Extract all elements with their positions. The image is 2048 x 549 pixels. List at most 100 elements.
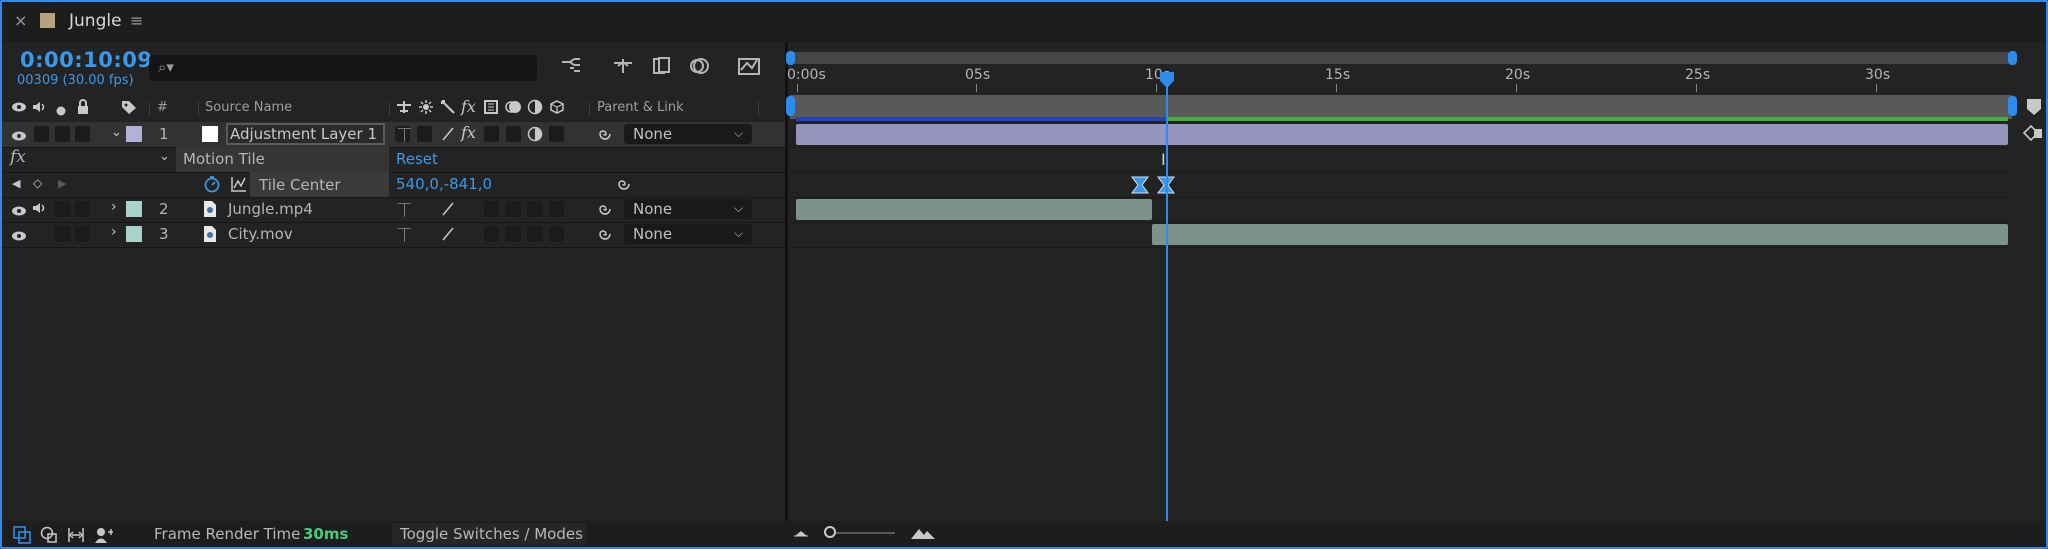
stopwatch-icon[interactable] <box>203 175 221 197</box>
shy-switch-icon[interactable]: ⏉ <box>398 125 411 144</box>
video-visibility-icon[interactable] <box>11 128 27 146</box>
quality-switch-icon[interactable] <box>440 226 456 246</box>
zoom-slider-handle[interactable] <box>824 526 836 538</box>
video-visibility-icon[interactable] <box>11 203 27 221</box>
property-value[interactable]: 540,0,-841,0 <box>396 175 492 193</box>
expand-chevron-icon[interactable]: › <box>111 224 117 240</box>
layer-row-city[interactable]: › 3 City.mov ⏉ None ⌵ <box>0 222 785 247</box>
audio-switch-icon[interactable] <box>31 201 47 219</box>
adjustment-switch-icon[interactable] <box>527 126 543 146</box>
previous-keyframe-icon[interactable]: ◀ <box>12 177 20 190</box>
close-tab-icon[interactable]: × <box>14 11 27 30</box>
work-area-bar[interactable] <box>790 95 2012 119</box>
ruler-label: 20s <box>1505 67 1531 83</box>
next-keyframe-icon[interactable]: ▶ <box>58 177 66 190</box>
graph-editor-icon[interactable] <box>736 54 762 81</box>
transfer-controls-toggle-icon[interactable] <box>40 526 58 548</box>
work-area-end-handle[interactable] <box>2008 96 2017 116</box>
in-out-toggle-icon[interactable] <box>67 526 85 548</box>
layer-switches-toggle-icon[interactable] <box>13 526 31 548</box>
layer-name[interactable]: Jungle.mp4 <box>228 200 313 218</box>
playhead-line[interactable] <box>1166 78 1168 521</box>
work-area-start-handle[interactable] <box>786 96 795 116</box>
layer-row-adjustment[interactable]: ⌄ 1 Adjustment Layer 1 ⏉ fx None ⌵ <box>0 122 785 147</box>
render-cache-green <box>1166 117 2008 121</box>
solo-header-icon[interactable] <box>56 102 66 120</box>
expand-chevron-icon[interactable]: ⌄ <box>111 125 122 140</box>
collapse-header-icon[interactable] <box>418 99 434 119</box>
comp-marker-bin-icon[interactable] <box>2026 98 2042 120</box>
pick-whip-icon[interactable] <box>596 201 614 221</box>
stretch-toggle-icon[interactable] <box>94 526 114 548</box>
footage-file-icon <box>203 200 217 222</box>
composition-tab-title[interactable]: Jungle <box>69 11 122 31</box>
quality-switch-icon[interactable] <box>440 126 456 146</box>
panel-tab-bar: × Jungle ≡ <box>0 0 2048 42</box>
effect-reset-link[interactable]: Reset <box>396 150 438 168</box>
render-cache-blue <box>796 117 1166 121</box>
shy-header-icon[interactable] <box>396 99 412 119</box>
pick-whip-icon[interactable] <box>596 126 614 146</box>
parent-dropdown[interactable]: None ⌵ <box>624 199 752 219</box>
expression-pick-whip-icon[interactable] <box>615 176 633 196</box>
zoom-slider-track[interactable] <box>830 532 895 534</box>
quality-header-icon[interactable] <box>440 99 456 119</box>
parent-dropdown[interactable]: None ⌵ <box>624 124 752 144</box>
layer-label-swatch[interactable] <box>126 201 142 217</box>
layer-label-swatch[interactable] <box>126 126 142 142</box>
effects-header-icon[interactable]: fx <box>461 97 476 116</box>
ruler-label: 05s <box>965 67 991 83</box>
time-navigator-start-handle[interactable] <box>786 51 795 65</box>
jungle-layer-bar[interactable] <box>796 199 1152 220</box>
lock-header-icon[interactable] <box>76 99 90 119</box>
frame-blending-icon[interactable] <box>651 56 673 81</box>
time-navigator[interactable] <box>790 52 2012 64</box>
graph-icon[interactable] <box>230 175 248 197</box>
shy-switch-icon[interactable]: ⏉ <box>398 225 411 244</box>
current-time-display[interactable]: 0:00:10:09 <box>20 48 152 72</box>
source-name-header[interactable]: Source Name <box>205 100 292 115</box>
comp-button-icon[interactable] <box>2022 124 2044 146</box>
effect-row-motion-tile[interactable]: fx ⌄ Motion Tile Reset <box>0 147 785 172</box>
adjustment-layer-header-icon[interactable] <box>527 99 543 119</box>
effects-switch-icon[interactable]: fx <box>461 123 476 142</box>
add-keyframe-icon[interactable]: ◇ <box>33 176 42 190</box>
toggle-switches-modes-button[interactable]: Toggle Switches / Modes <box>392 523 586 545</box>
draft-3d-icon[interactable] <box>611 56 635 81</box>
time-navigator-end-handle[interactable] <box>2008 51 2017 65</box>
frame-blend-header-icon[interactable] <box>483 99 499 119</box>
motion-blur-header-icon[interactable] <box>505 99 523 119</box>
layer-name: Adjustment Layer 1 <box>230 125 378 143</box>
parent-dropdown[interactable]: None ⌵ <box>624 224 752 244</box>
audio-switch-header-icon[interactable] <box>31 100 47 118</box>
adjustment-layer-icon <box>202 126 218 142</box>
quality-switch-icon[interactable] <box>440 201 456 221</box>
video-switch-header-icon[interactable] <box>11 100 27 118</box>
comp-flowchart-icon[interactable] <box>560 56 584 81</box>
panel-menu-icon[interactable]: ≡ <box>130 11 143 30</box>
search-icon: ⌕▾ <box>158 58 174 76</box>
video-visibility-icon[interactable] <box>11 228 27 246</box>
property-row-tile-center[interactable]: ◀ ◇ ▶ Tile Center 540,0,-841,0 <box>0 172 785 197</box>
pick-whip-icon[interactable] <box>596 226 614 246</box>
motion-blur-icon[interactable] <box>688 56 712 81</box>
3d-layer-header-icon[interactable] <box>549 99 565 119</box>
ruler-label: 25s <box>1685 67 1711 83</box>
effect-name[interactable]: Motion Tile <box>183 150 265 168</box>
layer-name[interactable]: City.mov <box>228 225 293 243</box>
layer-row-jungle[interactable]: › 2 Jungle.mp4 ⏉ None ⌵ <box>0 197 785 222</box>
city-layer-bar[interactable] <box>1152 224 2008 245</box>
parent-link-header[interactable]: Parent & Link <box>597 100 684 115</box>
expand-chevron-icon[interactable]: › <box>111 199 117 215</box>
expand-chevron-icon[interactable]: ⌄ <box>159 149 170 164</box>
layer-name-box[interactable]: Adjustment Layer 1 <box>226 123 385 145</box>
zoom-in-icon[interactable] <box>910 525 936 545</box>
label-header-icon[interactable] <box>120 99 138 119</box>
layer-label-swatch[interactable] <box>126 226 142 242</box>
layer-search-input[interactable] <box>149 55 537 81</box>
shy-switch-icon[interactable]: ⏉ <box>398 200 411 219</box>
layer-number-header[interactable]: # <box>157 100 168 115</box>
keyframe-hold-icon[interactable] <box>1131 175 1149 199</box>
adjustment-layer-bar[interactable] <box>796 124 2008 145</box>
zoom-out-icon[interactable] <box>793 526 809 544</box>
